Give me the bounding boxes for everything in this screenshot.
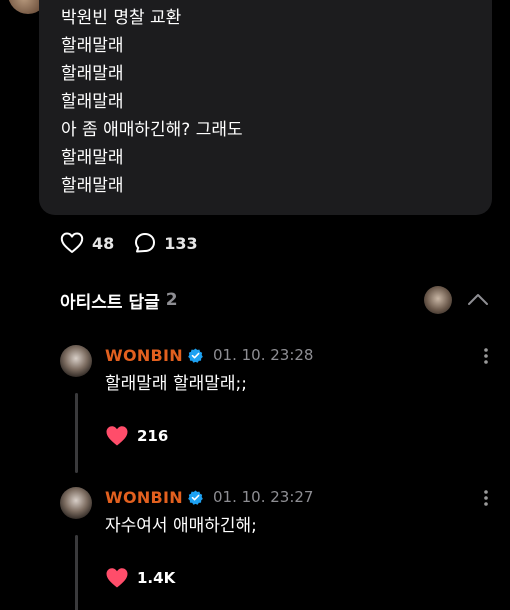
reply-meta: WONBIN 01. 10. 23:27 [105, 487, 313, 507]
reply-text: 할래말래 할래말래;; [105, 374, 247, 394]
thread-line [75, 535, 78, 610]
reply-item: WONBIN 01. 10. 23:28 할래말래 할래말래;; 216 [0, 345, 510, 473]
like-count: 48 [92, 233, 115, 253]
more-vertical-icon[interactable] [476, 488, 496, 508]
reply-meta: WONBIN 01. 10. 23:28 [105, 345, 313, 365]
post-line: 할래말래 [61, 92, 124, 112]
heart-outline-icon [60, 232, 84, 253]
timestamp: 01. 10. 23:28 [212, 346, 314, 364]
replies-count: 2 [165, 290, 178, 310]
post-text: 박원빈 명찰 교환 할래말래 할래말래 할래말래 아 좀 애매하긴해? 그래도 … [61, 4, 243, 200]
chevron-up-icon[interactable] [466, 287, 490, 311]
verified-badge-icon [188, 347, 203, 363]
reply-like-button[interactable]: 1.4K [105, 565, 175, 591]
author-name[interactable]: WONBIN [105, 346, 183, 365]
post-line: 박원빈 명찰 교환 [61, 8, 182, 28]
thread-line [75, 393, 78, 473]
author-name[interactable]: WONBIN [105, 488, 183, 507]
post-stats: 48 133 [60, 232, 218, 254]
speech-bubble-icon [135, 233, 156, 253]
verified-badge-icon [188, 489, 203, 505]
reply-item: WONBIN 01. 10. 23:27 자수여서 애매하긴해; 1.4K [0, 487, 510, 610]
post-line: 할래말래 [61, 36, 124, 56]
replies-title: 아티스트 답글 [60, 292, 160, 313]
heart-filled-icon [106, 568, 128, 588]
avatar[interactable] [60, 487, 92, 519]
post-line: 아 좀 애매하긴해? 그래도 [61, 120, 243, 140]
artist-replies-header: 아티스트 답글 2 [60, 286, 510, 314]
reply-like-button[interactable]: 216 [105, 423, 168, 449]
comment-count: 133 [164, 233, 198, 253]
reply-like-count: 1.4K [137, 569, 176, 587]
heart-filled-icon [106, 426, 128, 446]
like-button[interactable]: 48 [60, 232, 114, 254]
post-line: 할래말래 [61, 148, 124, 168]
reply-like-count: 216 [137, 427, 169, 445]
reply-text: 자수여서 애매하긴해; [105, 516, 257, 536]
timestamp: 01. 10. 23:27 [212, 488, 314, 506]
more-vertical-icon[interactable] [476, 346, 496, 366]
post-line: 할래말래 [61, 64, 124, 84]
comment-button[interactable]: 133 [134, 232, 198, 254]
artist-avatar[interactable] [424, 286, 452, 314]
avatar[interactable] [60, 345, 92, 377]
post-line: 할래말래 [61, 176, 124, 196]
